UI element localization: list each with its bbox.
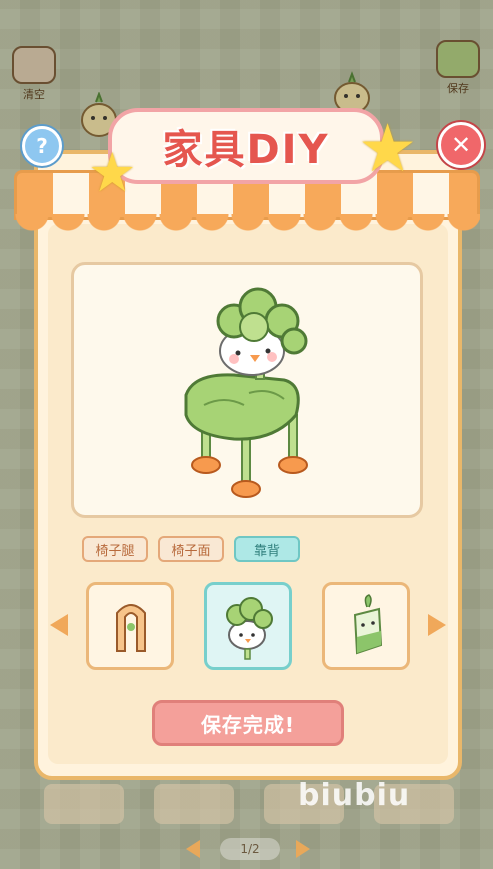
tab-chair-legs[interactable]: 椅子腿 [82, 536, 148, 562]
inventory-slot[interactable] [44, 784, 124, 824]
close-button[interactable]: ✕ [438, 122, 484, 168]
inventory-slot[interactable] [154, 784, 234, 824]
star-icon-right: ★ [358, 110, 418, 187]
prev-option-arrow[interactable] [50, 614, 68, 636]
page-indicator: 1/2 [220, 838, 280, 860]
dialog-title: 家具DIY [162, 127, 330, 173]
star-icon-left: ★ [88, 141, 137, 204]
lettuce-duck-backrest-icon [226, 597, 273, 660]
tab-chair-legs-label: 椅子腿 [95, 543, 135, 559]
question-icon: ? [36, 134, 48, 158]
save-complete-button[interactable]: 保存完成! [152, 700, 344, 746]
dialog-title-board: 家具DIY [108, 108, 384, 184]
next-option-arrow[interactable] [428, 614, 446, 636]
tab-backrest-label: 靠背 [253, 543, 280, 559]
pager-next-arrow[interactable] [296, 840, 310, 858]
arch-backrest-icon [116, 604, 146, 652]
help-button[interactable]: ? [22, 126, 62, 166]
page-indicator-text: 1/2 [240, 842, 260, 856]
chair-preview-icon [184, 287, 308, 498]
tab-chair-seat-label: 椅子面 [171, 543, 211, 559]
save-complete-label: 保存完成! [200, 712, 296, 737]
radish-backrest-icon [353, 594, 383, 655]
furniture-preview [71, 262, 423, 518]
tab-chair-seat[interactable]: 椅子面 [158, 536, 224, 562]
tab-backrest[interactable]: 靠背 [234, 536, 300, 562]
option-slot-1[interactable] [86, 582, 174, 670]
pager-prev-arrow[interactable] [186, 840, 200, 858]
watermark: biubiu [298, 778, 411, 813]
part-tabs: 椅子腿 椅子面 靠背 [82, 536, 300, 562]
close-icon: ✕ [450, 131, 472, 159]
option-slot-3[interactable] [322, 582, 410, 670]
option-slot-2[interactable] [204, 582, 292, 670]
